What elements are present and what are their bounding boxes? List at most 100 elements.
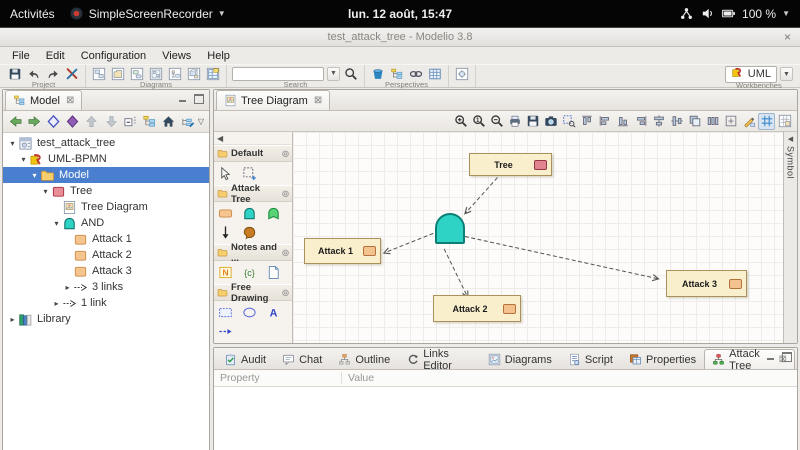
link-chain-icon[interactable]	[408, 66, 424, 81]
tab-model[interactable]: Model ⊠	[5, 90, 82, 110]
tab-audit[interactable]: Audit	[216, 349, 274, 369]
expander-open-icon[interactable]: ▾	[40, 187, 51, 196]
module-config-icon[interactable]	[454, 67, 470, 82]
grid-icon[interactable]	[758, 113, 775, 130]
expander-open-icon[interactable]: ▾	[18, 155, 29, 164]
palette-tool-and-gate-icon[interactable]	[240, 205, 258, 222]
diagram-class-icon[interactable]	[91, 66, 107, 81]
tab-tree-diagram[interactable]: Tree Diagram ⊠	[216, 90, 330, 110]
menu-configuration[interactable]: Configuration	[73, 49, 154, 63]
close-icon[interactable]: ⊠	[314, 95, 322, 106]
diagram-table-icon[interactable]	[205, 66, 221, 81]
save-icon[interactable]	[524, 113, 541, 130]
palette-section-default[interactable]: Default◎	[214, 145, 292, 162]
palette-tool-text-tool-icon[interactable]: A	[264, 304, 282, 321]
window-close-button[interactable]: ×	[784, 30, 791, 44]
palette-tool-document-icon[interactable]	[264, 264, 282, 281]
diagram-deployment-icon[interactable]	[186, 66, 202, 81]
zoom-out-icon[interactable]	[488, 113, 505, 130]
zoom-select-icon[interactable]	[560, 113, 577, 130]
column-value[interactable]: Value	[342, 372, 374, 384]
symbol-view-strip[interactable]: ◀ Symbol	[783, 132, 797, 343]
nav-forward-icon[interactable]	[25, 113, 43, 131]
clock[interactable]: lun. 12 août, 15:47	[348, 7, 452, 21]
close-icon[interactable]: ⊠	[66, 95, 74, 106]
diagram-state-icon[interactable]	[129, 66, 145, 81]
flat-view-icon[interactable]	[140, 113, 158, 131]
tab-properties[interactable]: Properties	[621, 349, 704, 369]
diagram-node-attack-1[interactable]: Attack 1	[304, 238, 381, 264]
tree-item-attack-2[interactable]: Attack 2	[3, 247, 209, 263]
palette-tool-cursor-icon[interactable]	[216, 165, 234, 182]
pin-icon[interactable]: ◎	[282, 288, 289, 297]
palette-tool-constraint-icon[interactable]: {c}	[240, 264, 258, 281]
style-icon[interactable]	[740, 113, 757, 130]
zoom-original-icon[interactable]: 1	[470, 113, 487, 130]
center-h-icon[interactable]	[668, 113, 685, 130]
tree-item-model[interactable]: ▾Model	[3, 167, 209, 183]
tree-item-attack-3[interactable]: Attack 3	[3, 263, 209, 279]
palette-tool-blob-icon[interactable]	[240, 224, 258, 241]
tab-outline[interactable]: Outline	[330, 349, 398, 369]
print-icon[interactable]	[506, 113, 523, 130]
diagram-node-tree[interactable]: Tree	[469, 153, 552, 176]
pin-icon[interactable]: ◎	[282, 189, 289, 198]
palette-tool-or-gate-icon[interactable]	[264, 205, 282, 222]
dependency-link[interactable]	[465, 178, 498, 214]
palette-tool-note-icon[interactable]: N	[216, 264, 234, 281]
menu-file[interactable]: File	[4, 49, 38, 63]
dependency-link[interactable]	[384, 233, 433, 253]
app-menu-button[interactable]: SimpleScreenRecorder ▼	[69, 6, 226, 21]
menu-edit[interactable]: Edit	[38, 49, 73, 63]
palette-tool-attack-node-icon[interactable]	[216, 205, 234, 222]
distribute-icon[interactable]	[704, 113, 721, 130]
diagram-composite-icon[interactable]	[148, 66, 164, 81]
same-size-icon[interactable]	[686, 113, 703, 130]
undo-icon[interactable]	[26, 66, 42, 81]
palette-section-notes-and-[interactable]: Notes and ...◎	[214, 244, 292, 261]
nav-up-icon[interactable]	[83, 113, 101, 131]
table-icon[interactable]	[427, 66, 443, 81]
tab-chat[interactable]: Chat	[274, 349, 330, 369]
system-tray[interactable]: 100 % ▼	[679, 6, 790, 21]
expander-closed-icon[interactable]: ▸	[51, 299, 62, 308]
align-right-icon[interactable]	[632, 113, 649, 130]
palette-section-free-drawing[interactable]: Free Drawing◎	[214, 284, 292, 301]
tools-icon[interactable]	[64, 66, 80, 81]
palette-tool-rect-tool-icon[interactable]	[216, 304, 234, 321]
pin-icon[interactable]: ◎	[282, 248, 289, 257]
property-table-body[interactable]	[214, 387, 797, 450]
diagram-node-attack-2[interactable]: Attack 2	[433, 295, 521, 322]
magnifier-icon[interactable]	[343, 66, 359, 81]
bucket-icon[interactable]	[370, 66, 386, 81]
minimize-button[interactable]	[178, 94, 188, 103]
tree-item-attack-1[interactable]: Attack 1	[3, 231, 209, 247]
tree-item-3-links[interactable]: ▸3 links	[3, 279, 209, 295]
tree-item-1-link[interactable]: ▸1 link	[3, 295, 209, 311]
zoom-in-icon[interactable]	[452, 113, 469, 130]
dependency-link[interactable]	[444, 249, 468, 298]
palette-collapse-button[interactable]: ◀	[214, 132, 292, 145]
expander-open-icon[interactable]: ▾	[7, 139, 18, 148]
diagram-package-icon[interactable]	[110, 66, 126, 81]
diagram-usecase-icon[interactable]	[167, 66, 183, 81]
tab-links-editor[interactable]: Links Editor	[398, 349, 480, 369]
tree-item-tree-diagram[interactable]: Tree Diagram	[3, 199, 209, 215]
nav-back-icon[interactable]	[6, 113, 24, 131]
align-top-icon[interactable]	[578, 113, 595, 130]
snapshot-icon[interactable]	[542, 113, 559, 130]
tab-diagrams[interactable]: Diagrams	[480, 349, 560, 369]
tree-item-uml-bpmn[interactable]: ▾UML-BPMN	[3, 151, 209, 167]
workbench-selector[interactable]: UML	[725, 66, 777, 83]
fit-icon[interactable]	[722, 113, 739, 130]
tree-item-tree[interactable]: ▾Tree	[3, 183, 209, 199]
view-menu-icon[interactable]: ▽	[198, 117, 206, 126]
maximize-button[interactable]	[782, 352, 792, 361]
redo-icon[interactable]	[45, 66, 61, 81]
expander-open-icon[interactable]: ▾	[29, 171, 40, 180]
tree-item-and[interactable]: ▾AND	[3, 215, 209, 231]
align-left-icon[interactable]	[596, 113, 613, 130]
menu-views[interactable]: Views	[154, 49, 199, 63]
search-dropdown-button[interactable]: ▼	[327, 67, 340, 81]
tree-view-icon[interactable]	[389, 66, 405, 81]
